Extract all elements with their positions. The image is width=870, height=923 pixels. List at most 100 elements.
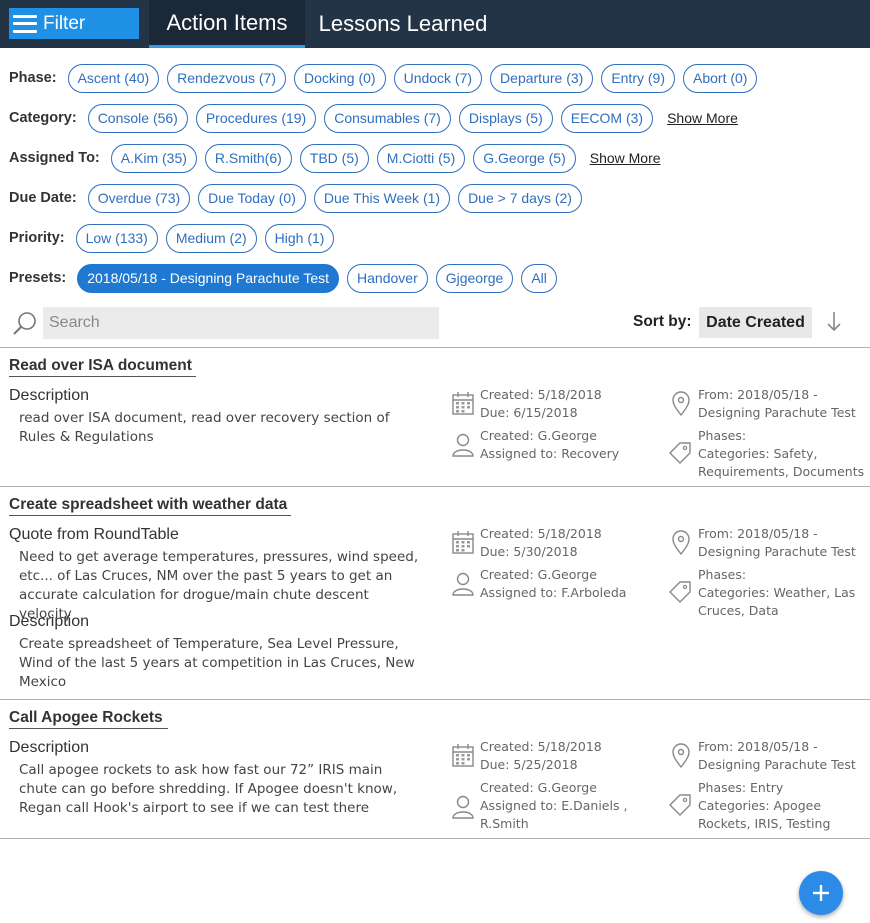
divider: [0, 347, 870, 348]
section-heading: Quote from RoundTable: [9, 526, 179, 543]
person-icon: [452, 433, 474, 457]
tag-icon: [669, 794, 691, 816]
phase-chip[interactable]: Abort (0): [683, 63, 758, 93]
assigned-label: Assigned To:: [9, 150, 100, 166]
filter-button-label: Filter: [43, 12, 86, 34]
created-date: Created: 5/18/2018: [480, 739, 602, 754]
category-chip[interactable]: Displays (5): [458, 103, 553, 133]
section-heading: Description: [9, 387, 90, 404]
assignee-chip[interactable]: G.George (5): [473, 143, 576, 173]
phase-chip[interactable]: Entry (9): [601, 63, 675, 93]
due-date-chip[interactable]: Due This Week (1): [313, 183, 451, 213]
priority-chip[interactable]: High (1): [264, 223, 335, 253]
search-icon[interactable]: [12, 311, 38, 337]
priority-chip[interactable]: Medium (2): [165, 223, 257, 253]
preset-chip[interactable]: All: [521, 263, 557, 293]
due-date-chip[interactable]: Due Today (0): [198, 183, 306, 213]
add-action-item-button[interactable]: [799, 871, 843, 915]
presets-filter-row: Presets: 2018/05/18 - Designing Parachut…: [9, 263, 565, 293]
from-preset: From: 2018/05/18 - Designing Parachute T…: [698, 739, 856, 772]
due-date-chip[interactable]: Due > 7 days (2): [458, 183, 582, 213]
assigned-to: Assigned to: F.Arboleda: [480, 585, 627, 600]
priority-chip[interactable]: Low (133): [75, 223, 158, 253]
due-date: Due: 6/15/2018: [480, 405, 578, 420]
phases: Phases:: [698, 428, 747, 443]
due-date: Due: 5/25/2018: [480, 757, 578, 772]
search-input[interactable]: [43, 307, 439, 339]
plus-icon: [813, 885, 829, 901]
due-date-filter-row: Due Date: Overdue (73) Due Today (0) Due…: [9, 183, 590, 213]
person-icon: [452, 572, 474, 596]
due-date-label: Due Date:: [9, 190, 77, 206]
from-preset: From: 2018/05/18 - Designing Parachute T…: [698, 526, 856, 559]
divider: [0, 838, 870, 839]
section-heading: Description: [9, 613, 90, 630]
assignee-chip[interactable]: A.Kim (35): [110, 143, 197, 173]
due-date-chip[interactable]: Overdue (73): [87, 183, 191, 213]
filter-button[interactable]: Filter: [9, 8, 139, 39]
section-heading: Description: [9, 739, 90, 756]
location-pin-icon: [672, 530, 690, 556]
assignee-chip[interactable]: TBD (5): [299, 143, 369, 173]
item-title[interactable]: Call Apogee Rockets: [9, 709, 168, 729]
phase-chip[interactable]: Rendezvous (7): [167, 63, 286, 93]
created-by: Created: G.George: [480, 567, 597, 582]
assignee-chip[interactable]: M.Ciotti (5): [376, 143, 466, 173]
section-body: Create spreadsheet of Temperature, Sea L…: [19, 636, 415, 690]
from-preset: From: 2018/05/18 - Designing Parachute T…: [698, 387, 856, 420]
created-date: Created: 5/18/2018: [480, 526, 602, 541]
sort-field-select[interactable]: Date Created: [699, 307, 812, 338]
due-date: Due: 5/30/2018: [480, 544, 578, 559]
category-filter-row: Category: Console (56) Procedures (19) C…: [9, 103, 738, 133]
phase-chip[interactable]: Docking (0): [293, 63, 386, 93]
phases: Phases:: [698, 567, 747, 582]
top-nav-bar: Filter Action Items Lessons Learned: [0, 0, 870, 48]
calendar-icon: [452, 531, 474, 554]
category-chip[interactable]: Procedures (19): [195, 103, 317, 133]
section-body: Call apogee rockets to ask how fast our …: [19, 762, 398, 816]
hamburger-menu-icon: [13, 14, 37, 33]
item-title[interactable]: Read over ISA document: [9, 357, 196, 377]
priority-label: Priority:: [9, 230, 65, 246]
phase-chip[interactable]: Departure (3): [490, 63, 594, 93]
calendar-icon: [452, 744, 474, 767]
assigned-show-more-link[interactable]: Show More: [590, 150, 661, 166]
phase-filter-row: Phase: Ascent (40) Rendezvous (7) Dockin…: [9, 63, 765, 93]
assigned-to: Assigned to: Recovery: [480, 446, 620, 461]
tag-icon: [669, 581, 691, 603]
calendar-icon: [452, 392, 474, 415]
phase-label: Phase:: [9, 70, 57, 86]
person-icon: [452, 795, 474, 819]
phase-chip[interactable]: Ascent (40): [67, 63, 160, 93]
preset-chip-active[interactable]: 2018/05/18 - Designing Parachute Test: [77, 263, 340, 293]
presets-label: Presets:: [9, 270, 67, 286]
tag-icon: [669, 442, 691, 464]
sort-direction-down-arrow-icon[interactable]: [824, 310, 844, 334]
location-pin-icon: [672, 743, 690, 769]
sort-by-label: Sort by:: [633, 313, 692, 330]
assigned-to: Assigned to: E.Daniels , R.Smith: [480, 798, 628, 831]
categories: Categories: Weather, Las Cruces, Data: [698, 585, 856, 618]
preset-chip[interactable]: Gjgeorge: [435, 263, 514, 293]
category-show-more-link[interactable]: Show More: [667, 110, 738, 126]
location-pin-icon: [672, 391, 690, 417]
phases: Phases: Entry: [698, 780, 784, 795]
item-title[interactable]: Create spreadsheet with weather data: [9, 496, 291, 516]
category-chip[interactable]: Console (56): [87, 103, 188, 133]
category-chip[interactable]: EECOM (3): [560, 103, 654, 133]
categories: Categories: Apogee Rockets, IRIS, Testin…: [698, 798, 831, 831]
divider: [0, 486, 870, 487]
category-label: Category:: [9, 110, 77, 126]
assignee-chip[interactable]: R.Smith(6): [204, 143, 292, 173]
category-chip[interactable]: Consumables (7): [324, 103, 451, 133]
created-by: Created: G.George: [480, 428, 597, 443]
divider: [0, 699, 870, 700]
created-by: Created: G.George: [480, 780, 597, 795]
preset-chip[interactable]: Handover: [347, 263, 428, 293]
tab-action-items[interactable]: Action Items: [149, 0, 305, 48]
phase-chip[interactable]: Undock (7): [393, 63, 483, 93]
tab-lessons-learned[interactable]: Lessons Learned: [305, 0, 501, 48]
created-date: Created: 5/18/2018: [480, 387, 602, 402]
priority-filter-row: Priority: Low (133) Medium (2) High (1): [9, 223, 342, 253]
assigned-filter-row: Assigned To: A.Kim (35) R.Smith(6) TBD (…: [9, 143, 661, 173]
